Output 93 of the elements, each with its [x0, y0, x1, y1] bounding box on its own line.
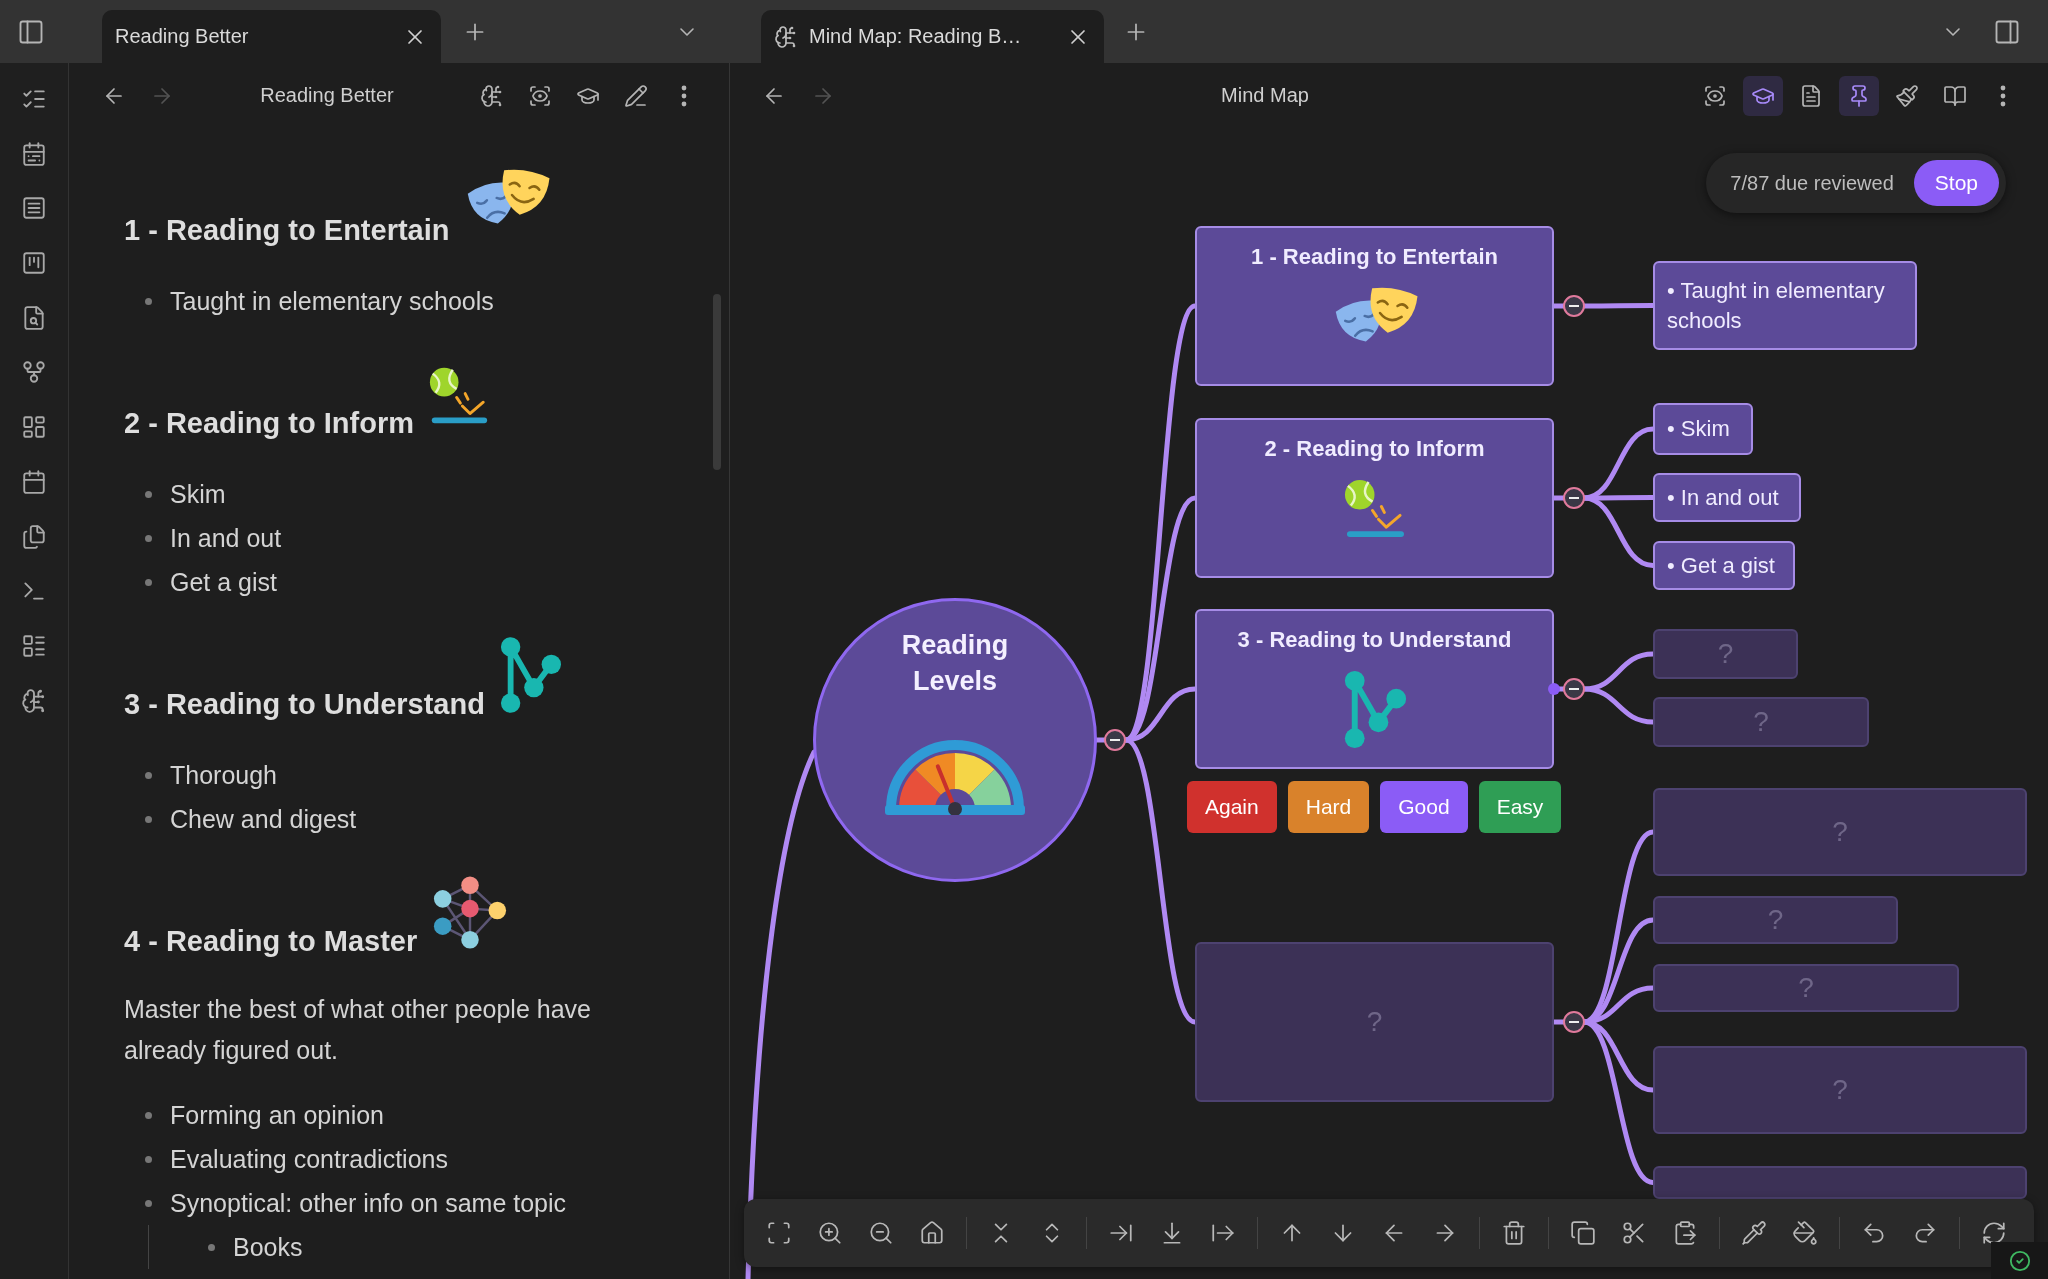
node-title: 1 - Reading to Entertain — [1251, 243, 1498, 271]
brain-circuit-icon[interactable] — [480, 83, 504, 108]
node-title: 3 - Reading to Understand — [1237, 626, 1512, 654]
files-icon[interactable] — [21, 523, 47, 550]
file-search-icon[interactable] — [21, 304, 47, 331]
bullet-icon — [145, 534, 152, 542]
kanban-icon[interactable] — [21, 250, 47, 277]
bullet-icon — [145, 1111, 152, 1119]
bullet-icon — [145, 1155, 152, 1163]
eyedropper-icon[interactable] — [1741, 1220, 1767, 1246]
list-item: Chew and digest — [170, 804, 357, 834]
mind-map-node[interactable]: • Taught in elementary schools — [1653, 261, 1917, 350]
note-heading: 2 - Reading to Inform — [124, 406, 414, 441]
fork-icon[interactable] — [21, 359, 47, 386]
open-book-icon — [1943, 83, 1967, 108]
copy-icon[interactable] — [1570, 1220, 1596, 1246]
layout-list-icon[interactable] — [21, 632, 47, 659]
more-options-icon[interactable] — [681, 84, 687, 107]
minus-circle-icon[interactable] — [1104, 729, 1126, 751]
calendar-icon[interactable] — [21, 468, 47, 495]
list-item: Synoptical: other info on same topic — [170, 1188, 567, 1218]
bullet-icon — [145, 771, 152, 779]
refresh-icon[interactable] — [1981, 1220, 2007, 1246]
bullet-icon — [145, 815, 152, 823]
more-options-icon — [2000, 84, 2006, 107]
paintbrush-icon — [1895, 83, 1919, 108]
branching-nodes-icon — [1342, 669, 1407, 750]
brain-circuit-icon[interactable] — [21, 687, 47, 714]
zoom-out-icon[interactable] — [868, 1220, 894, 1246]
clipboard-icon[interactable] — [1672, 1220, 1698, 1246]
tab[interactable]: Mind Map: Reading B… — [761, 10, 1104, 63]
rating-button[interactable]: Hard — [1287, 781, 1370, 833]
fullscreen-icon[interactable] — [766, 1220, 792, 1246]
node-title: ? — [1366, 1007, 1383, 1037]
review-status-text: 7/87 due reviewed — [1730, 171, 1894, 195]
stop-button[interactable]: Stop — [1913, 160, 1999, 206]
mind-map-node[interactable]: 1 - Reading to Entertain — [1195, 226, 1554, 386]
root-node[interactable]: Reading Levels — [813, 598, 1097, 882]
brain-circuit-icon — [774, 24, 798, 49]
mind-map-node[interactable]: 2 - Reading to Inform — [1195, 418, 1554, 578]
minus-circle-icon[interactable] — [1563, 295, 1585, 317]
mind-map-node[interactable]: • In and out — [1653, 473, 1801, 522]
mind-map-node[interactable]: 3 - Reading to Understand — [1195, 609, 1554, 769]
list-item: Forming an opinion — [170, 1100, 384, 1130]
rating-button[interactable]: Easy — [1478, 781, 1562, 833]
branching-nodes-icon — [498, 635, 561, 715]
note-heading: 3 - Reading to Understand — [124, 687, 485, 722]
tennis-ball-icon — [1342, 478, 1407, 539]
home-icon[interactable] — [919, 1220, 945, 1246]
view-title: Mind Map — [1220, 84, 1310, 107]
minus-circle-icon[interactable] — [1563, 487, 1585, 509]
tennis-ball-icon — [428, 365, 489, 426]
note-heading: 4 - Reading to Master — [124, 924, 418, 959]
mind-map-node[interactable] — [1653, 1166, 2027, 1199]
dashboard-icon[interactable] — [21, 414, 47, 441]
node-title: 2 - Reading to Inform — [1264, 435, 1485, 463]
gauge-icon — [883, 739, 1027, 815]
bullet-icon — [145, 490, 152, 498]
text-square-icon[interactable] — [21, 195, 47, 222]
list-item: Skim — [170, 479, 226, 509]
list-item: Thorough — [170, 760, 278, 790]
note-paragraph: Master the best of what other people have already figured out. — [124, 994, 592, 1066]
pin-button[interactable] — [1839, 75, 1879, 116]
minus-circle-icon[interactable] — [1563, 1011, 1585, 1033]
note-title: Reading Better — [259, 84, 395, 107]
mind-map-node[interactable]: • Skim — [1653, 403, 1753, 455]
bullet-icon — [145, 1199, 152, 1207]
list-item: In and out — [170, 523, 282, 553]
trash-icon[interactable] — [1501, 1220, 1527, 1246]
rating-button[interactable]: Good — [1380, 781, 1468, 833]
list-item: Books — [233, 1232, 303, 1262]
graduation-cap-button[interactable] — [1743, 75, 1783, 116]
note-heading: 1 - Reading to Entertain — [124, 213, 450, 248]
rating-button[interactable]: Again — [1187, 781, 1277, 833]
list-item: Taught in elementary schools — [170, 286, 494, 316]
document-icon — [1799, 83, 1823, 108]
node-title: Reading Levels — [900, 629, 1010, 698]
list-item: Get a gist — [170, 567, 277, 597]
scan-eye-icon[interactable] — [528, 83, 552, 108]
scan-eye-icon — [1703, 83, 1727, 108]
paint-bucket-icon[interactable] — [1792, 1220, 1818, 1246]
tab[interactable]: Reading Better — [102, 10, 441, 63]
zoom-in-icon[interactable] — [817, 1220, 843, 1246]
check-circle-icon — [2008, 1249, 2031, 1272]
bullet-icon — [208, 1243, 215, 1251]
pencil-icon[interactable] — [624, 83, 648, 108]
bullet-icon — [145, 297, 152, 305]
scrollbar-thumb[interactable] — [713, 294, 721, 470]
list-item: Evaluating contradictions — [170, 1144, 448, 1174]
minus-circle-icon[interactable] — [1563, 678, 1585, 700]
mind-map-node[interactable]: • Get a gist — [1653, 541, 1795, 590]
calendar-range-icon[interactable] — [21, 140, 47, 167]
bullet-icon — [145, 578, 152, 586]
